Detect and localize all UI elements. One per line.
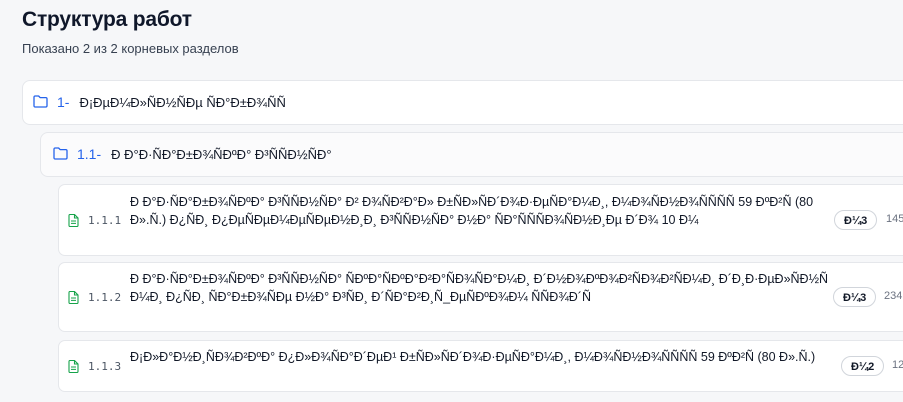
unit-badge: Ð¼2 (841, 356, 885, 376)
item-code: 1.1.2 (88, 291, 122, 304)
document-icon (68, 291, 80, 305)
work-item-row[interactable]: 1.1.2 Ð Ð°Ð·ÑÐ°Ð±Ð¾ÑÐºÐ° Ð³ÑÑÐ½ÑÐ° ÑÐºÐ°… (58, 262, 903, 332)
item-name: Ð¡Ð»Ð°Ð½Ð¸ÑÐ¾Ð²ÐºÐ° Ð¿Ð»Ð¾ÑÐ°Ð´ÐµÐ¹ Ð±ÑÐ… (130, 350, 816, 364)
item-name: Ð Ð°Ð·ÑÐ°Ð±Ð¾ÑÐºÐ° Ð³ÑÑÐ½ÑÐ° ÑÐºÐ°ÑÐºÐ°Ð… (130, 272, 829, 304)
page-title: Структура работ (22, 8, 192, 31)
page-subtitle: Показано 2 из 2 корневых разделов (22, 41, 239, 56)
work-item-row[interactable]: 1.1.3 Ð¡Ð»Ð°Ð½Ð¸ÑÐ¾Ð²ÐºÐ° Ð¿Ð»Ð¾ÑÐ°Ð´ÐµÐ… (58, 340, 903, 392)
unit-badge: Ð¼3 (834, 210, 878, 230)
subsection-name: Ð Ð°Ð·ÑÐ°Ð±Ð¾ÑÐºÐ° Ð³ÑÑÐ½ÑÐ° (111, 146, 332, 162)
section-number: 1- (57, 94, 70, 110)
folder-icon (33, 95, 49, 109)
item-quantity: 12 (892, 359, 903, 371)
unit-badge: Ð¼3 (833, 287, 877, 307)
item-quantity: 234 (884, 290, 903, 302)
item-code: 1.1.1 (88, 214, 122, 227)
work-structure-page: Структура работ Показано 2 из 2 корневых… (0, 0, 903, 402)
section-name: Ð¡ÐµÐ¼Ð»ÑÐ½ÑÐµ ÑÐ°Ð±Ð¾ÑÑ (79, 94, 286, 110)
document-icon (68, 214, 80, 228)
subsection-number: 1.1- (77, 146, 102, 162)
section-row[interactable]: 1- Ð¡ÐµÐ¼Ð»ÑÐ½ÑÐµ ÑÐ°Ð±Ð¾ÑÑ (22, 80, 903, 125)
subsection-row[interactable]: 1.1- Ð Ð°Ð·ÑÐ°Ð±Ð¾ÑÐºÐ° Ð³ÑÑÐ½ÑÐ° (40, 132, 903, 177)
folder-icon (53, 147, 69, 161)
item-code: 1.1.3 (88, 360, 122, 373)
item-quantity: 145 (886, 213, 903, 225)
document-icon (68, 360, 80, 374)
item-name: Ð Ð°Ð·ÑÐ°Ð±Ð¾ÑÐºÐ° Ð³ÑÑÐ½ÑÐ° Ð² Ð¾ÑÐ²Ð°Ð… (130, 195, 814, 227)
work-item-row[interactable]: 1.1.1 Ð Ð°Ð·ÑÐ°Ð±Ð¾ÑÐºÐ° Ð³ÑÑÐ½ÑÐ° Ð² Ð¾… (58, 184, 903, 256)
